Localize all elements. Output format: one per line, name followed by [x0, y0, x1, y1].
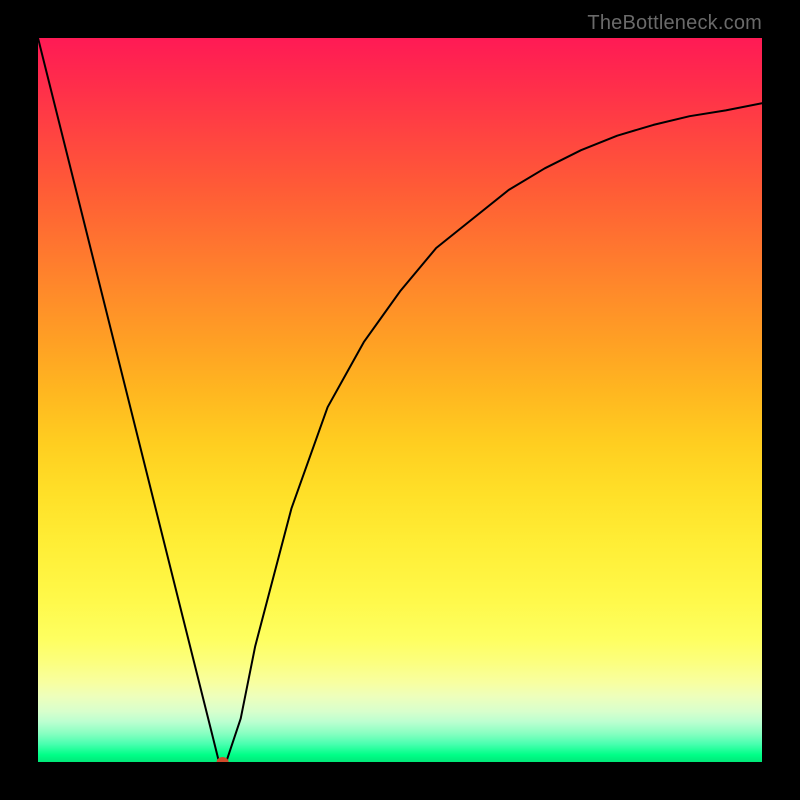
attribution-text: TheBottleneck.com — [587, 12, 762, 35]
bottleneck-curve — [38, 38, 762, 762]
chart-container: TheBottleneck.com — [0, 0, 800, 800]
plot-area — [38, 38, 762, 762]
curve-svg — [38, 38, 762, 762]
optimal-marker — [217, 757, 229, 762]
